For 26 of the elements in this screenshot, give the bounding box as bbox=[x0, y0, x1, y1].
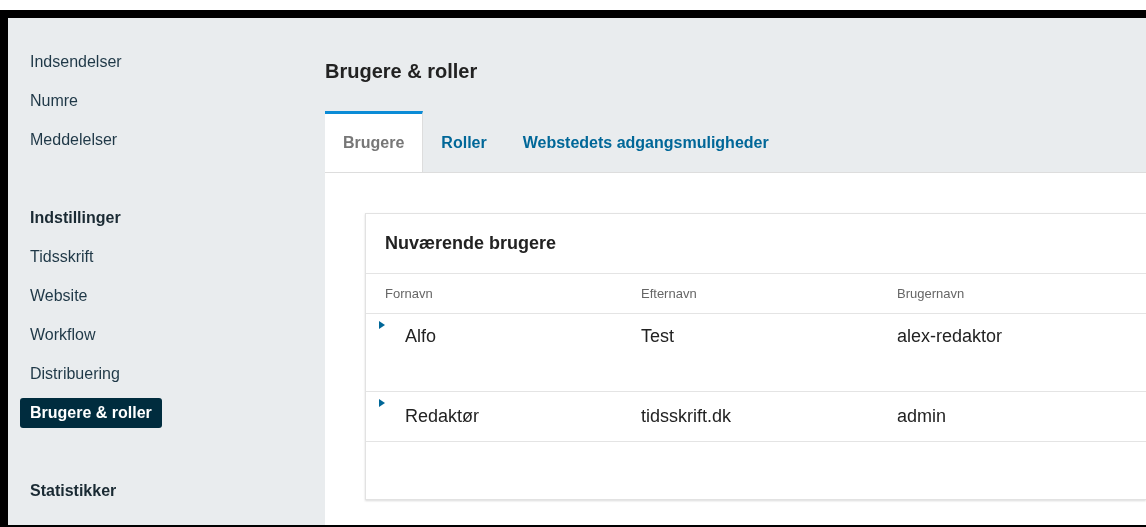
page-title: Brugere & roller bbox=[325, 60, 478, 82]
table-cell: Alfo bbox=[405, 326, 437, 346]
tab[interactable]: Webstedets adgangsmuligheder bbox=[504, 111, 787, 172]
sidebar-heading: Indstillinger bbox=[29, 207, 122, 228]
sidebar-item[interactable]: Indsendelser bbox=[20, 46, 132, 77]
panel-title: Nuværende brugere bbox=[385, 233, 557, 254]
sidebar-heading: Statistikker bbox=[29, 480, 118, 501]
expand-icon[interactable] bbox=[377, 320, 387, 330]
column-header: Brugernavn bbox=[897, 286, 966, 301]
table-cell: alex-redaktor bbox=[897, 326, 1003, 346]
sidebar-item[interactable]: Workflow bbox=[20, 319, 106, 350]
sidebar-item[interactable]: Website bbox=[20, 280, 98, 311]
table-cell: Redaktør bbox=[405, 406, 480, 426]
sidebar-item[interactable]: Meddelelser bbox=[20, 124, 128, 155]
sidebar-item[interactable]: Tidsskrift bbox=[20, 241, 104, 272]
table-cell: Test bbox=[641, 326, 674, 346]
tab[interactable]: Brugere bbox=[325, 111, 424, 172]
column-header: Efternavn bbox=[641, 286, 698, 301]
sidebar-item[interactable]: Distribuering bbox=[20, 358, 130, 389]
column-header: Fornavn bbox=[385, 286, 434, 301]
tab[interactable]: Roller bbox=[423, 111, 505, 172]
table-cell: tidsskrift.dk bbox=[641, 406, 732, 426]
sidebar-item[interactable]: Brugere & roller bbox=[20, 397, 162, 428]
expand-icon[interactable] bbox=[377, 398, 387, 408]
sidebar-item[interactable]: Numre bbox=[20, 85, 88, 116]
table-cell: admin bbox=[897, 406, 947, 426]
